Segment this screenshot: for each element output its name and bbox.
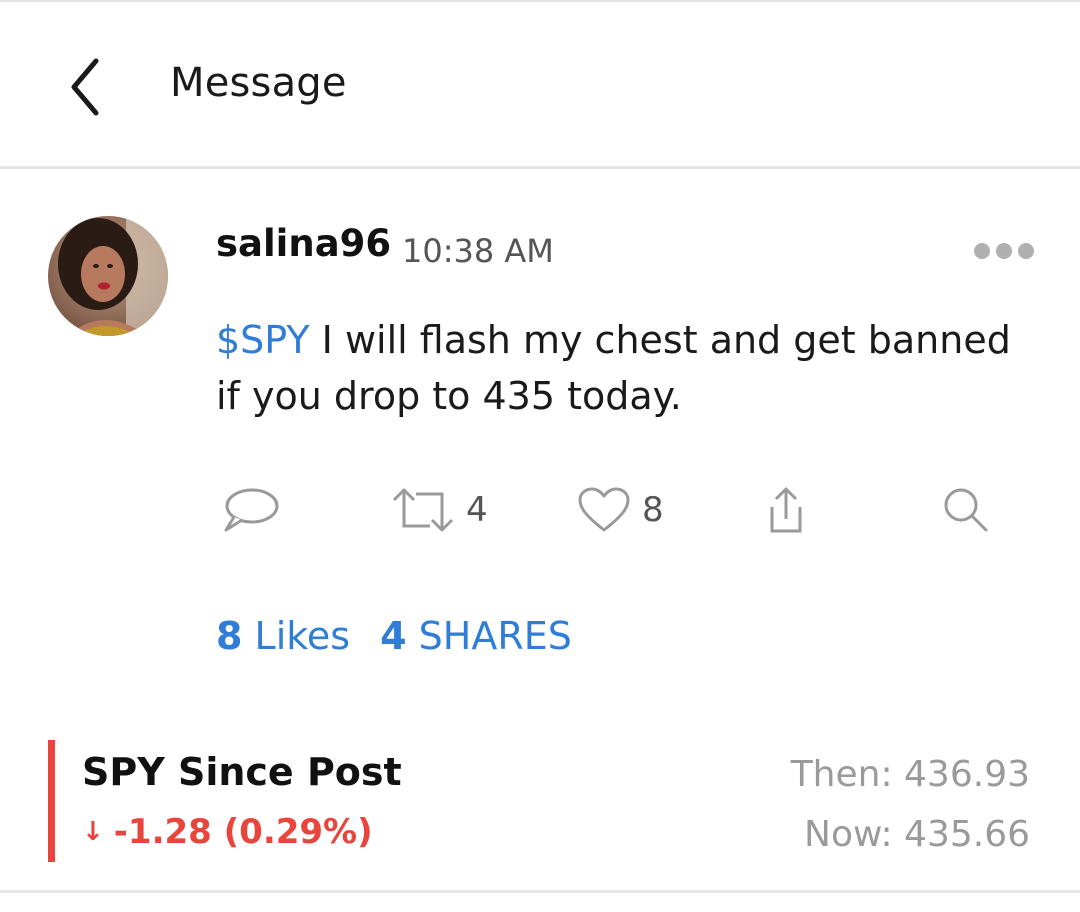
shares-label: SHARES <box>418 614 572 658</box>
then-price: Then: 436.93 <box>790 754 1030 795</box>
likes-count: 8 <box>216 614 243 658</box>
post-username[interactable]: salina96 <box>216 222 391 265</box>
avatar[interactable] <box>48 216 168 336</box>
share-upload-icon <box>770 487 802 533</box>
reshare-icon <box>392 488 454 532</box>
like-button[interactable]: 8 <box>576 480 664 540</box>
bottom-divider <box>0 890 1080 893</box>
heart-icon <box>578 487 630 532</box>
price-change: ↓ -1.28 (0.29%) <box>82 812 373 852</box>
shares-count: 4 <box>380 614 407 658</box>
likes-link[interactable]: 8 Likes <box>216 614 350 658</box>
reshare-button[interactable]: 4 <box>390 480 488 540</box>
more-options-button[interactable] <box>968 236 1040 266</box>
page-title: Message <box>170 60 347 106</box>
comment-icon <box>224 488 279 532</box>
app-header: Message <box>0 2 1080 166</box>
post-timestamp: 10:38 AM <box>402 232 554 270</box>
header-divider <box>0 166 1080 169</box>
search-icon <box>944 488 988 532</box>
post-actions: 4 8 <box>0 480 1080 540</box>
cashtag-link[interactable]: $SPY <box>216 318 310 362</box>
price-change-value: -1.28 (0.29%) <box>113 812 373 852</box>
shares-link[interactable]: 4 SHARES <box>380 614 572 658</box>
reply-button[interactable] <box>220 480 280 540</box>
now-price: Now: 435.66 <box>804 814 1030 855</box>
avatar-image <box>48 216 168 336</box>
change-indicator-bar <box>48 740 55 862</box>
post-body: $SPY I will flash my chest and get banne… <box>216 312 1046 424</box>
share-button[interactable] <box>764 480 808 540</box>
since-post-card[interactable]: SPY Since Post ↓ -1.28 (0.29%) Then: 436… <box>48 740 1038 862</box>
search-button[interactable] <box>940 480 992 540</box>
post-text: I will flash my chest and get banned if … <box>216 318 1011 418</box>
post-stats: 8 Likes 4 SHARES <box>216 614 572 658</box>
reshare-count: 4 <box>466 490 488 530</box>
like-count: 8 <box>642 490 664 530</box>
back-button[interactable] <box>58 52 114 122</box>
likes-label: Likes <box>254 614 351 658</box>
chevron-left-icon <box>71 58 99 116</box>
since-post-title: SPY Since Post <box>82 750 402 794</box>
arrow-down-icon: ↓ <box>82 817 104 847</box>
more-horizontal-icon <box>974 243 1034 259</box>
